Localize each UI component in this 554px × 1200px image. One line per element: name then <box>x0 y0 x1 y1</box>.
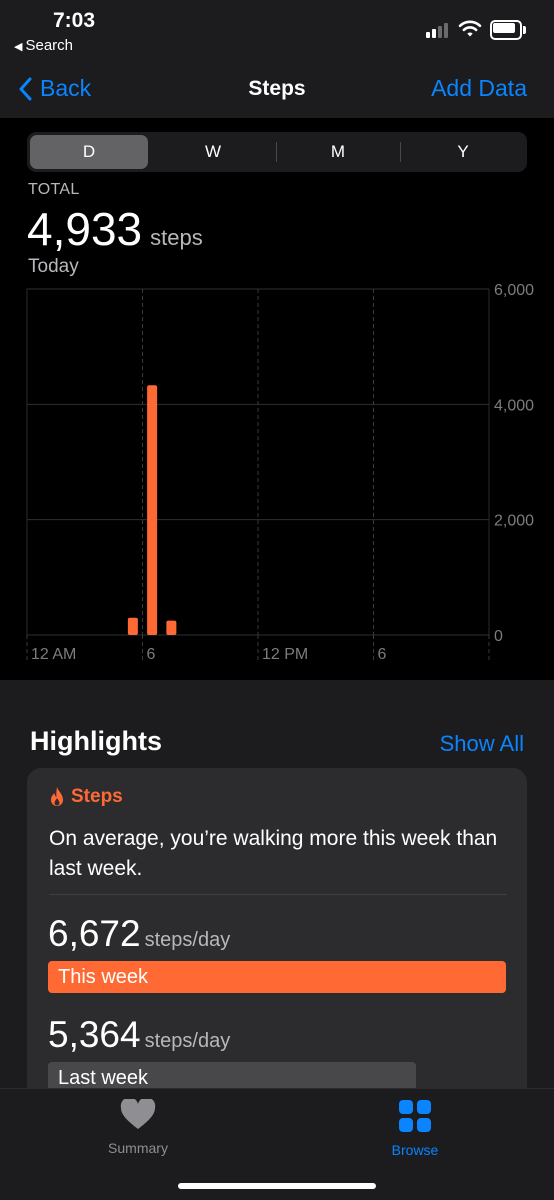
status-bar: 7:03 ◀ Search <box>0 0 554 60</box>
steps-bar-chart[interactable]: 0 2,000 4,000 6,000 12 AM 6 12 PM 6 <box>0 278 554 668</box>
x-tick-label: 12 PM <box>262 646 308 663</box>
total-steps-value: 4,933 <box>27 203 143 255</box>
segment-divider <box>400 142 401 162</box>
steps-bar <box>147 385 158 635</box>
highlight-category-label: Steps <box>71 786 123 807</box>
highlight-card[interactable]: Steps On average, you’re walking more th… <box>27 768 527 1128</box>
highlight-message: On average, you’re walking more this wee… <box>49 827 498 880</box>
total-period-label: Today <box>28 256 79 277</box>
segment-month[interactable]: M <box>279 135 397 169</box>
segment-week[interactable]: W <box>154 135 272 169</box>
total-label: TOTAL <box>28 181 80 198</box>
highlights-heading: Highlights <box>30 726 162 756</box>
battery-icon <box>490 20 526 40</box>
navigation-bar: Back Steps Add Data <box>0 60 554 118</box>
period-segmented-control: D W M Y <box>27 132 527 172</box>
steps-bar <box>127 617 138 635</box>
flame-icon <box>51 787 63 806</box>
x-tick-label: 6 <box>378 646 387 663</box>
y-tick-label: 4,000 <box>494 397 534 414</box>
back-triangle-icon: ◀ <box>14 41 23 53</box>
last-week-value: 5,364 <box>48 1014 141 1055</box>
card-divider <box>49 894 507 895</box>
x-tick-label: 12 AM <box>31 646 76 663</box>
tab-browse-label: Browse <box>391 1142 439 1158</box>
segment-day[interactable]: D <box>30 135 148 169</box>
y-tick-label: 2,000 <box>494 513 534 530</box>
y-tick-label: 6,000 <box>494 282 534 299</box>
x-tick-label: 6 <box>147 646 156 663</box>
add-data-button[interactable]: Add Data <box>431 75 527 102</box>
tab-browse[interactable]: Browse <box>355 1099 475 1158</box>
segment-year[interactable]: Y <box>404 135 522 169</box>
tab-summary[interactable]: Summary <box>78 1097 198 1156</box>
back-to-app-link[interactable]: ◀ Search <box>14 37 73 54</box>
segment-divider <box>276 142 277 162</box>
this-week-unit: steps/day <box>144 929 231 951</box>
highlight-category: Steps <box>49 786 123 808</box>
cellular-signal-icon <box>426 22 452 38</box>
last-week-unit: steps/day <box>144 1030 231 1052</box>
tab-summary-label: Summary <box>108 1140 168 1156</box>
this-week-value: 6,672 <box>48 913 141 954</box>
steps-bar <box>166 620 177 635</box>
y-tick-label: 0 <box>494 628 503 645</box>
back-app-label: Search <box>25 37 73 54</box>
heart-icon <box>120 1097 156 1129</box>
this-week-bar: This week <box>48 961 506 993</box>
chart-section: D W M Y TOTAL 4,933 steps Today 0 2,000 4,… <box>0 118 554 680</box>
total-row: 4,933 steps <box>27 202 203 256</box>
this-week-stat: 6,672 steps/day <box>48 913 230 955</box>
total-steps-unit: steps <box>150 225 203 250</box>
last-week-stat: 5,364 steps/day <box>48 1014 230 1056</box>
browse-grid-icon <box>399 1100 431 1132</box>
wifi-icon <box>458 20 482 37</box>
show-all-link[interactable]: Show All <box>440 731 524 757</box>
home-indicator <box>178 1183 376 1189</box>
status-time: 7:03 <box>53 9 96 32</box>
